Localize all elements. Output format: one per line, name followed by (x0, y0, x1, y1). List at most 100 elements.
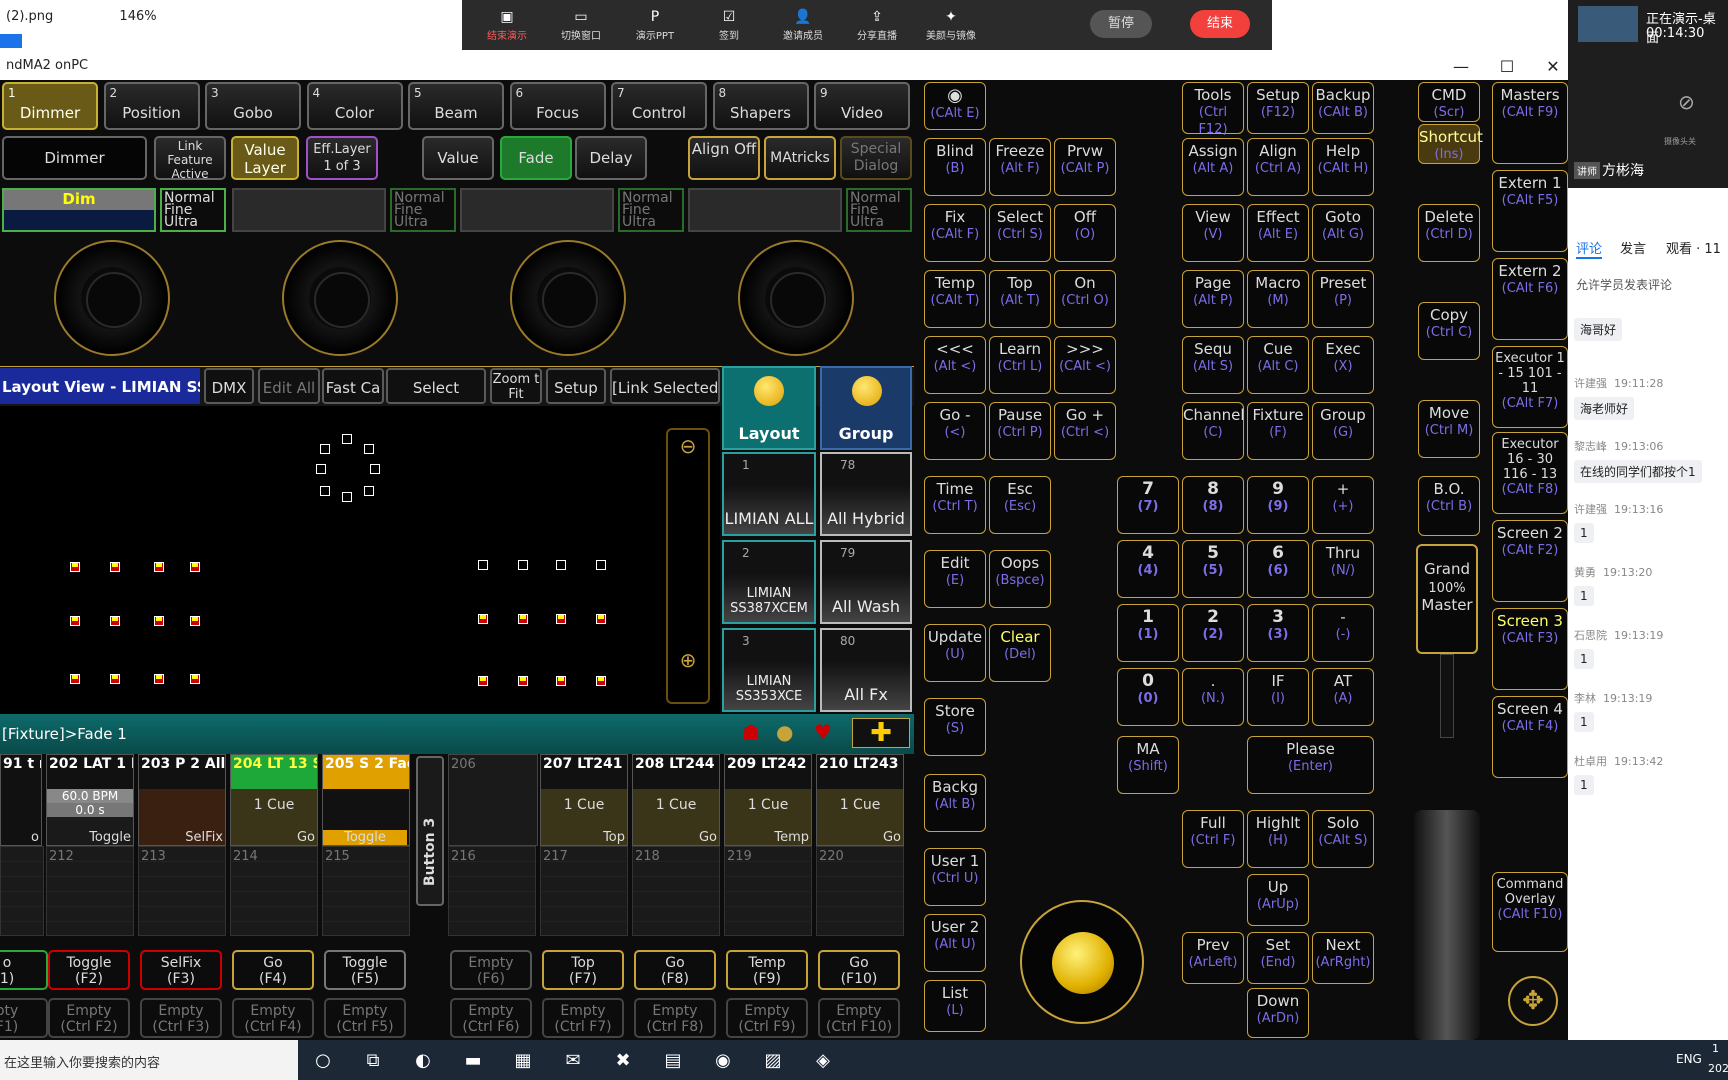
key--[interactable]: <<< (Alt <) (924, 336, 986, 394)
fkey-8[interactable]: Go (F8) (634, 950, 716, 990)
key-3[interactable]: 3 (3) (1247, 604, 1309, 662)
fixture-symbol[interactable] (518, 614, 528, 624)
executor-218[interactable]: 218 (632, 846, 720, 936)
present-ppt-button[interactable]: P 演示PPT (618, 9, 692, 42)
encoder-resolution-2[interactable]: Normal Fine Ultra (390, 188, 456, 232)
allow-comments-select[interactable]: 允许学员发表评论 (1576, 276, 1672, 293)
fkey-10[interactable]: Go (F10) (818, 950, 900, 990)
key-prev[interactable]: Prev (ArLeft) (1182, 932, 1244, 984)
key-list[interactable]: List (L) (924, 980, 986, 1032)
fixture-symbol[interactable] (556, 614, 566, 624)
zoom-fit-button[interactable]: Zoom t Fit (490, 368, 542, 404)
lang-indicator[interactable]: ENG (1676, 1052, 1702, 1066)
key--[interactable]: >>> (CAlt <) (1054, 336, 1116, 394)
pool-item[interactable]: 78 All Hybrid (820, 452, 912, 536)
fkey-6[interactable]: Empty (F6) (450, 950, 532, 990)
key-help[interactable]: Help (CAlt H) (1312, 138, 1374, 196)
key-1[interactable]: 1 (1) (1117, 604, 1179, 662)
preset-shapers[interactable]: 8 Shapers (712, 82, 809, 130)
key-8[interactable]: 8 (8) (1182, 476, 1244, 534)
key-go-[interactable]: Go - (<) (924, 402, 986, 460)
encoder-knob-4[interactable] (738, 240, 854, 356)
fixture-symbol[interactable] (110, 674, 120, 684)
key-group[interactable]: Group (G) (1312, 402, 1374, 460)
fixture-symbol-empty[interactable] (478, 560, 488, 570)
ctrl-fkey-1[interactable]: ptyF1) (0, 998, 48, 1038)
key-oops[interactable]: Oops (Bspce) (989, 550, 1051, 608)
key-select[interactable]: Select (Ctrl S) (989, 204, 1051, 262)
align-off-button[interactable]: Align Off (688, 136, 760, 180)
key-screen-4[interactable]: Screen 4 (CAlt F4) (1492, 696, 1568, 778)
move-icon[interactable]: ✥ (1508, 976, 1558, 1026)
ctrl-fkey-6[interactable]: Empty (Ctrl F6) (450, 998, 532, 1038)
fast-cal-button[interactable]: Fast Ca (322, 368, 384, 404)
executor-203[interactable]: 203 P 2 All LIMIAN SelFix (138, 754, 226, 846)
tab-comments[interactable]: 评论 (1576, 238, 1603, 259)
matricks-button[interactable]: MAtricks (764, 136, 836, 180)
encoder-resolution-3[interactable]: Normal Fine Ultra (618, 188, 684, 232)
fixture-symbol[interactable] (70, 616, 80, 626)
key-go-[interactable]: Go + (Ctrl <) (1054, 402, 1116, 460)
pool-item[interactable]: 1 LIMIAN ALL (722, 452, 816, 536)
fkey-2[interactable]: Toggle (F2) (48, 950, 130, 990)
value-layer-button[interactable]: Value Layer (231, 136, 299, 180)
executor-206[interactable]: 206 (448, 754, 538, 846)
executor-207[interactable]: 207 LT241 Sequ 1 Cue Top (540, 754, 628, 846)
executor-217[interactable]: 217 (540, 846, 628, 936)
date[interactable]: 202 (1708, 1062, 1728, 1075)
key-2[interactable]: 2 (2) (1182, 604, 1244, 662)
pool-item[interactable]: 80 All Fx (820, 628, 912, 712)
encoder-dim-bar[interactable]: Dim (2, 188, 156, 232)
effect-layer-button[interactable]: Eff.Layer 1 of 3 (306, 136, 378, 180)
key-clear[interactable]: Clear (Del) (989, 624, 1051, 682)
key-channel[interactable]: Channel (C) (1182, 402, 1245, 460)
key-setup[interactable]: Setup (F12) (1247, 82, 1309, 134)
cortana-icon[interactable]: ○ (298, 1050, 348, 1071)
key-align[interactable]: Align (Ctrl A) (1247, 138, 1309, 196)
key-move[interactable]: Move (Ctrl M) (1418, 400, 1480, 458)
camera-off-icon[interactable]: ⊘ (1678, 90, 1695, 114)
fixture-symbol-empty[interactable] (342, 492, 352, 502)
ctrl-fkey-4[interactable]: Empty (Ctrl F4) (232, 998, 314, 1038)
tab-speak[interactable]: 发言 (1620, 238, 1646, 257)
fixture-symbol[interactable] (190, 562, 200, 572)
fixture-symbol[interactable] (596, 614, 606, 624)
fixture-symbol-empty[interactable] (370, 464, 380, 474)
fixture-symbol[interactable] (478, 676, 488, 686)
executor-202[interactable]: 202 LAT 1 DIM PWM 60.0 BPM0.0 s Toggle (46, 754, 134, 846)
key-if[interactable]: IF (I) (1247, 668, 1309, 726)
fkey-4[interactable]: Go (F4) (232, 950, 314, 990)
key-off[interactable]: Off (O) (1054, 204, 1116, 262)
mail-icon[interactable]: ✉ (548, 1050, 598, 1071)
fixture-symbol[interactable] (70, 674, 80, 684)
preset-dimmer[interactable]: 1 Dimmer (2, 82, 98, 130)
fixture-symbol-empty[interactable] (556, 560, 566, 570)
executor-210[interactable]: 210 LT243 Sequ 1 Cue Go (816, 754, 904, 846)
fixture-symbol[interactable] (518, 676, 528, 686)
pool-item[interactable]: 79 All Wash (820, 540, 912, 624)
encoder-knob-1[interactable] (54, 240, 170, 356)
fixture-symbol-empty[interactable] (320, 486, 330, 496)
fixture-symbol-empty[interactable] (518, 560, 528, 570)
key-please[interactable]: Please (Enter) (1247, 736, 1374, 794)
encoder-resolution-4[interactable]: Normal Fine Ultra (846, 188, 912, 232)
preset-control[interactable]: 7 Control (611, 82, 707, 130)
key-learn[interactable]: Learn (Ctrl L) (989, 336, 1051, 394)
key-solo[interactable]: Solo (CAlt S) (1312, 810, 1374, 868)
fkey-9[interactable]: Temp (F9) (726, 950, 808, 990)
group-pool-title[interactable]: Group (820, 366, 912, 450)
ctrl-fkey-2[interactable]: Empty (Ctrl F2) (48, 998, 130, 1038)
key-update[interactable]: Update (U) (924, 624, 986, 682)
ctrl-fkey-8[interactable]: Empty (Ctrl F8) (634, 998, 716, 1038)
fkey-5[interactable]: Toggle (F5) (324, 950, 406, 990)
key-fixture[interactable]: Fixture (F) (1247, 402, 1309, 460)
minimize-button[interactable]: — (1438, 54, 1484, 80)
key--[interactable]: . (N.) (1182, 668, 1244, 726)
fixture-symbol-empty[interactable] (364, 444, 374, 454)
key-on[interactable]: On (Ctrl O) (1054, 270, 1116, 328)
executor-211[interactable] (0, 846, 44, 936)
key-masters[interactable]: Masters (CAlt F9) (1492, 82, 1568, 164)
key-executor-1-15-101-11[interactable]: Executor 1 - 15 101 - 11 (CAlt F7) (1492, 346, 1568, 428)
key-thru[interactable]: Thru (N/) (1312, 540, 1374, 598)
preset-beam[interactable]: 5 Beam (408, 82, 504, 130)
